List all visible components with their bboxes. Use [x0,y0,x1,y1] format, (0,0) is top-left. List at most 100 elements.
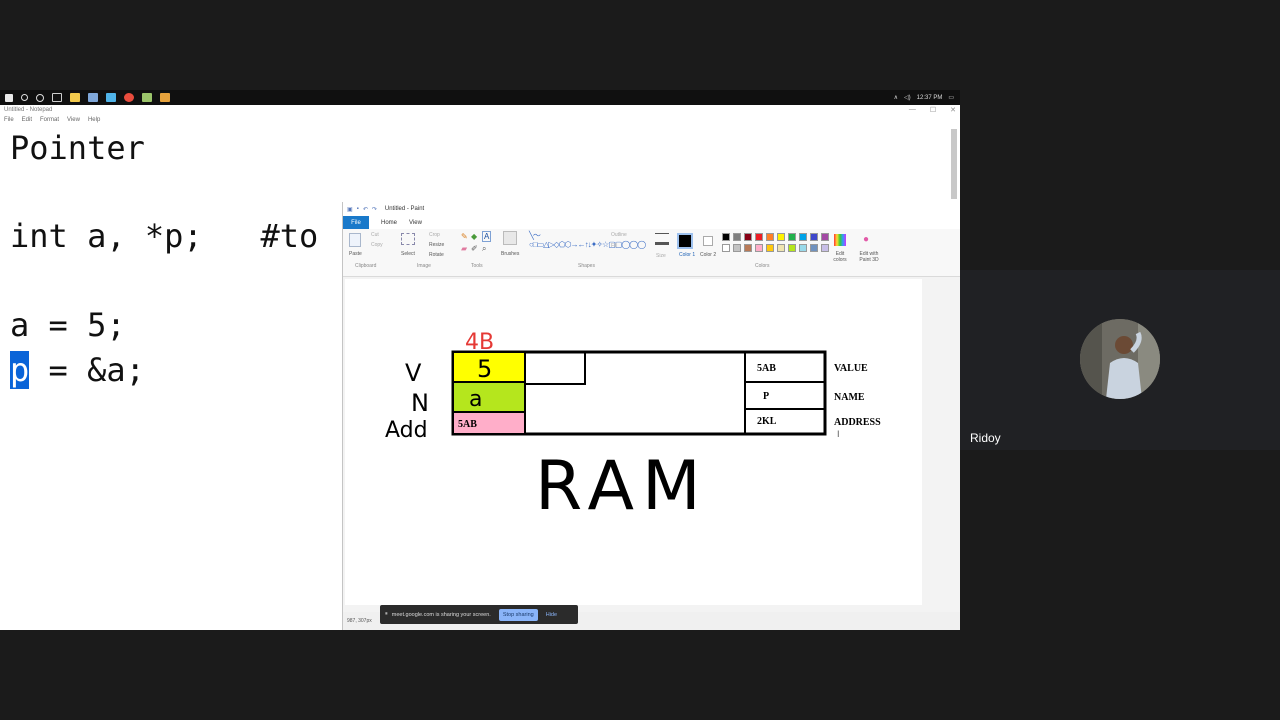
menu-help[interactable]: Help [88,117,100,123]
tab-view[interactable]: View [409,220,422,226]
palette-swatch[interactable] [821,244,829,252]
tab-file[interactable]: File [343,216,369,229]
color-picker-icon[interactable]: ✐ [471,244,478,253]
palette-swatch[interactable] [799,233,807,241]
palette-swatch[interactable] [722,233,730,241]
maximize-icon[interactable]: ☐ [930,106,936,114]
left-label-n: N [411,389,429,417]
chrome-icon[interactable] [124,93,134,102]
task-view-icon[interactable] [52,93,62,102]
edit-colors-icon[interactable] [834,234,846,246]
palette-swatch[interactable] [755,244,763,252]
text-icon[interactable]: A [482,231,492,242]
drawing: 5 a 5AB 4B 5AB P 2KL VALUE NAME ADDRESS … [385,330,881,526]
p-value-text: 5AB [757,363,776,374]
clock[interactable]: 12:37 PM [917,95,943,101]
notification-icon[interactable]: ▭ [948,94,954,101]
edit-paint3d-button[interactable]: Edit with Paint 3D [855,251,883,263]
vertical-scrollbar[interactable] [951,129,957,199]
cortana-icon[interactable] [36,93,44,102]
rotate-button[interactable]: Rotate [429,252,444,258]
cut-button[interactable]: Cut [371,232,379,238]
palette-swatch[interactable] [777,244,785,252]
size-button[interactable]: Size [656,253,666,259]
palette-swatch[interactable] [810,244,818,252]
quick-access-toolbar: ▣ ▪ ↶ ↷ [347,206,377,213]
palette-swatch[interactable] [788,233,796,241]
code-line-4: p = &a; [10,351,145,389]
notepad-icon[interactable] [88,93,98,102]
paint-ribbon-tabs: File Home View [343,216,960,229]
undo-icon[interactable]: ↶ [363,206,368,213]
color2-swatch[interactable] [703,236,713,246]
menu-file[interactable]: File [4,117,14,123]
color1-swatch[interactable] [677,233,693,249]
palette-swatch[interactable] [777,233,785,241]
stop-sharing-button[interactable]: Stop sharing [498,608,538,621]
palette-swatch[interactable] [810,233,818,241]
resize-button[interactable]: Resize [429,242,444,248]
participant-name: Ridoy [970,431,1001,445]
app-icon[interactable] [160,93,170,102]
palette-swatch[interactable] [821,233,829,241]
minimize-icon[interactable]: — [909,106,916,114]
palette-swatch[interactable] [722,244,730,252]
participant-tile[interactable]: Ridoy [960,270,1280,450]
color1-label[interactable]: Color 1 [679,252,695,258]
menu-view[interactable]: View [67,117,80,123]
chevron-up-icon[interactable]: ∧ [894,94,898,101]
label-name: NAME [834,392,865,403]
save-icon[interactable]: ▪ [357,206,359,213]
brushes-icon[interactable] [503,231,517,245]
palette-swatch[interactable] [733,244,741,252]
browser-icon[interactable] [106,93,116,102]
paint-canvas[interactable]: 5 a 5AB 4B 5AB P 2KL VALUE NAME ADDRESS … [345,279,922,605]
color2-label[interactable]: Color 2 [700,252,716,258]
menu-format[interactable]: Format [40,117,59,123]
tab-home[interactable]: Home [381,220,397,226]
code-line-3: a = 5; [10,306,126,344]
windows-start-icon[interactable] [5,93,13,102]
pencil-icon[interactable]: ✎ [461,232,468,241]
palette-swatch[interactable] [788,244,796,252]
avatar [1080,319,1160,399]
hide-button[interactable]: Hide [546,612,557,618]
fill-icon[interactable]: ◆ [471,232,477,241]
magnifier-icon[interactable]: ⌕ [482,244,486,254]
palette-swatch[interactable] [733,233,741,241]
paste-button[interactable]: Paste [349,251,362,257]
fill-button[interactable]: Fill [611,243,617,249]
paint3d-icon[interactable]: ● [863,234,869,245]
redo-icon[interactable]: ↷ [372,206,377,213]
paint-window: ▣ ▪ ↶ ↷ Untitled - Paint File Home View … [342,202,960,630]
notepad-menu: File Edit Format View Help [4,117,100,123]
system-tray: ∧ ◁) 12:37 PM ▭ [894,90,954,105]
menu-edit[interactable]: Edit [22,117,32,123]
text-cursor-icon: I [837,429,840,439]
close-icon[interactable]: ✕ [950,106,956,114]
size-icon[interactable] [655,233,669,245]
palette-swatch[interactable] [766,244,774,252]
palette-swatch[interactable] [766,233,774,241]
copy-button[interactable]: Copy [371,242,383,248]
palette-swatch[interactable] [744,244,752,252]
outline-button[interactable]: Outline [611,232,627,238]
palette-swatch[interactable] [799,244,807,252]
volume-icon[interactable]: ◁) [904,94,911,101]
brushes-button[interactable]: Brushes [501,251,519,257]
palette-swatch[interactable] [744,233,752,241]
paste-icon[interactable] [349,233,361,247]
edit-colors-button[interactable]: Edit colors [832,251,848,263]
paint-icon[interactable] [142,93,152,102]
crop-button[interactable]: Crop [429,232,440,238]
screen-share-banner: ⏸ meet.google.com is sharing your screen… [380,605,578,624]
group-tools: Tools [471,263,483,269]
palette-swatch[interactable] [755,233,763,241]
shapes-gallery[interactable]: ╲〜○□▭△▷◇⬠⬡→←↑↓✦✧☆▢▢◯◯◯ [529,231,646,249]
left-label-add: Add [385,418,428,443]
file-explorer-icon[interactable] [70,93,80,102]
select-button[interactable]: Select [401,251,415,257]
select-icon[interactable] [401,233,415,245]
eraser-icon[interactable]: ▰ [461,244,467,253]
search-icon[interactable] [21,94,28,101]
